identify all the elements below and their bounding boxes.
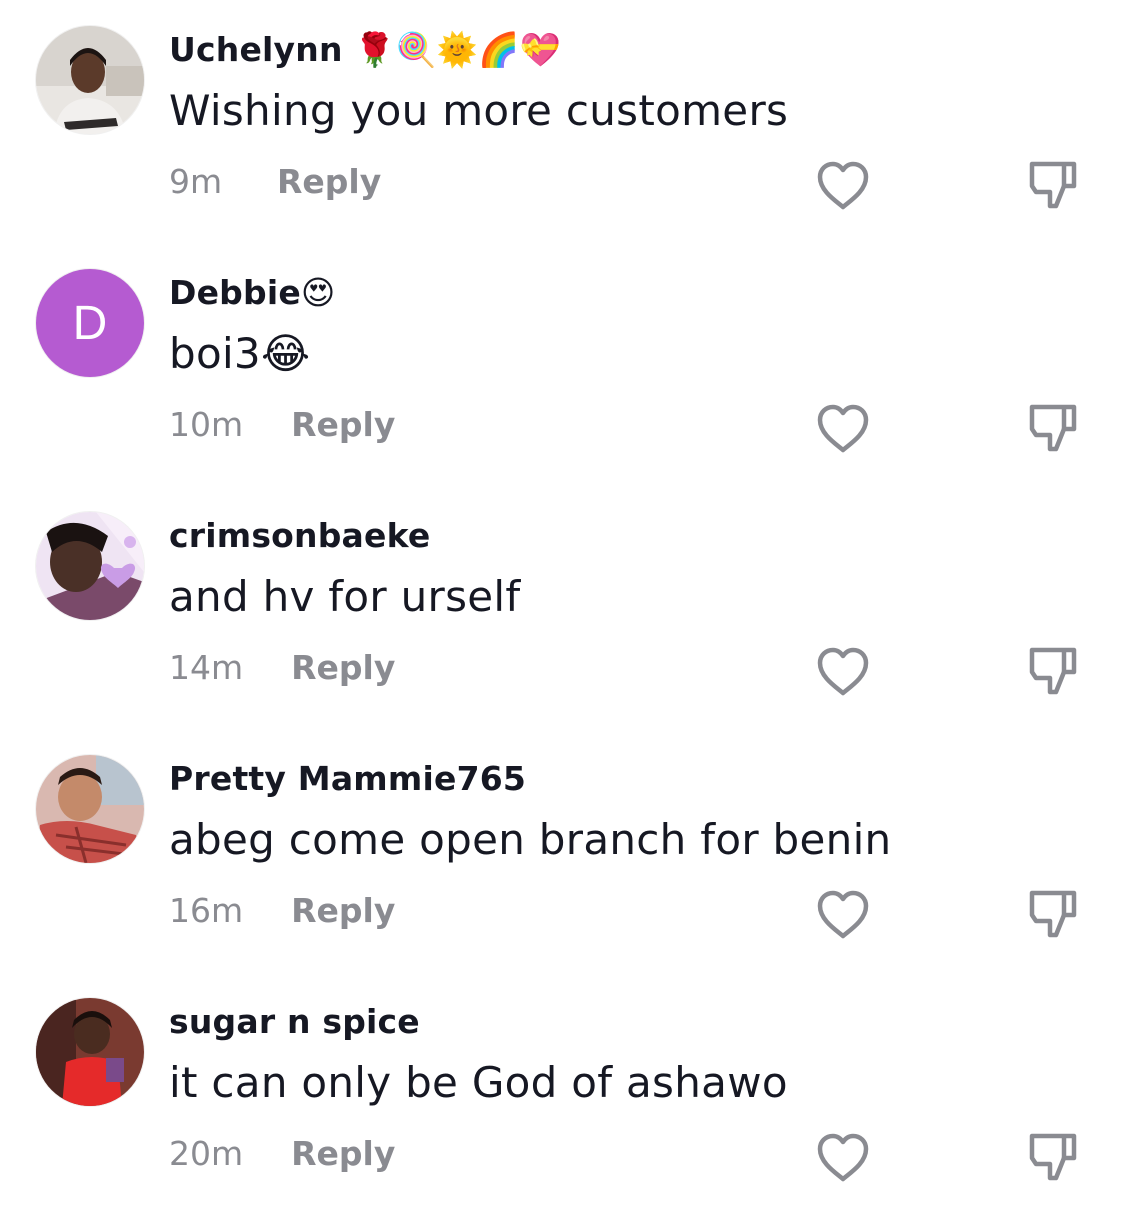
comment-item: Pretty Mammie765 abeg come open branch f… [0,729,1125,972]
avatar[interactable] [36,755,144,863]
thumbs-down-outline-icon [1029,647,1077,695]
comment-text: and hv for urself [169,572,521,621]
like-button[interactable] [814,1130,872,1184]
avatar[interactable]: D [36,269,144,377]
comment-timestamp: 10m [169,405,244,444]
comment-timestamp: 16m [169,891,244,930]
like-button[interactable] [814,644,872,698]
comment-meta: 16m Reply [169,891,395,930]
avatar[interactable] [36,26,144,134]
comment-meta: 10m Reply [169,405,395,444]
comment-username[interactable]: crimsonbaeke [169,516,430,555]
comment-text: it can only be God of ashawo [169,1058,788,1107]
comment-meta: 20m Reply [169,1134,395,1173]
dislike-button[interactable] [1024,885,1082,943]
reply-button[interactable]: Reply [291,1134,395,1173]
heart-outline-icon [817,647,869,696]
comment-timestamp: 9m [169,162,223,201]
thumbs-down-outline-icon [1029,1133,1077,1181]
thumbs-down-outline-icon [1029,890,1077,938]
like-button[interactable] [814,158,872,212]
thumbs-down-outline-icon [1029,404,1077,452]
comment-text: boi3😂 [169,329,311,378]
dislike-button[interactable] [1024,642,1082,700]
comment-item: sugar n spice it can only be God of asha… [0,972,1125,1215]
comment-meta: 9m Reply [169,162,381,201]
heart-outline-icon [817,161,869,210]
reply-button[interactable]: Reply [291,405,395,444]
reply-button[interactable]: Reply [291,891,395,930]
avatar[interactable] [36,512,144,620]
heart-outline-icon [817,1133,869,1182]
comment-item: crimsonbaeke and hv for urself 14m Reply [0,486,1125,729]
reply-button[interactable]: Reply [277,162,381,201]
dislike-button[interactable] [1024,1128,1082,1186]
comment-timestamp: 20m [169,1134,244,1173]
comment-username[interactable]: Uchelynn 🌹🍭🌞🌈💝 [169,30,561,70]
comment-meta: 14m Reply [169,648,395,687]
heart-outline-icon [817,404,869,453]
like-button[interactable] [814,401,872,455]
comment-text: abeg come open branch for benin [169,815,892,864]
avatar[interactable] [36,998,144,1106]
comment-item: D Debbie😍 boi3😂 10m Reply [0,243,1125,486]
heart-outline-icon [817,890,869,939]
comment-item: Uchelynn 🌹🍭🌞🌈💝 Wishing you more customer… [0,0,1125,243]
reply-button[interactable]: Reply [291,648,395,687]
dislike-button[interactable] [1024,399,1082,457]
comment-username[interactable]: Debbie😍 [169,273,336,312]
comment-text: Wishing you more customers [169,86,789,135]
thumbs-down-outline-icon [1029,161,1077,209]
comment-username[interactable]: Pretty Mammie765 [169,759,526,798]
dislike-button[interactable] [1024,156,1082,214]
comment-timestamp: 14m [169,648,244,687]
comment-username[interactable]: sugar n spice [169,1002,420,1041]
like-button[interactable] [814,887,872,941]
